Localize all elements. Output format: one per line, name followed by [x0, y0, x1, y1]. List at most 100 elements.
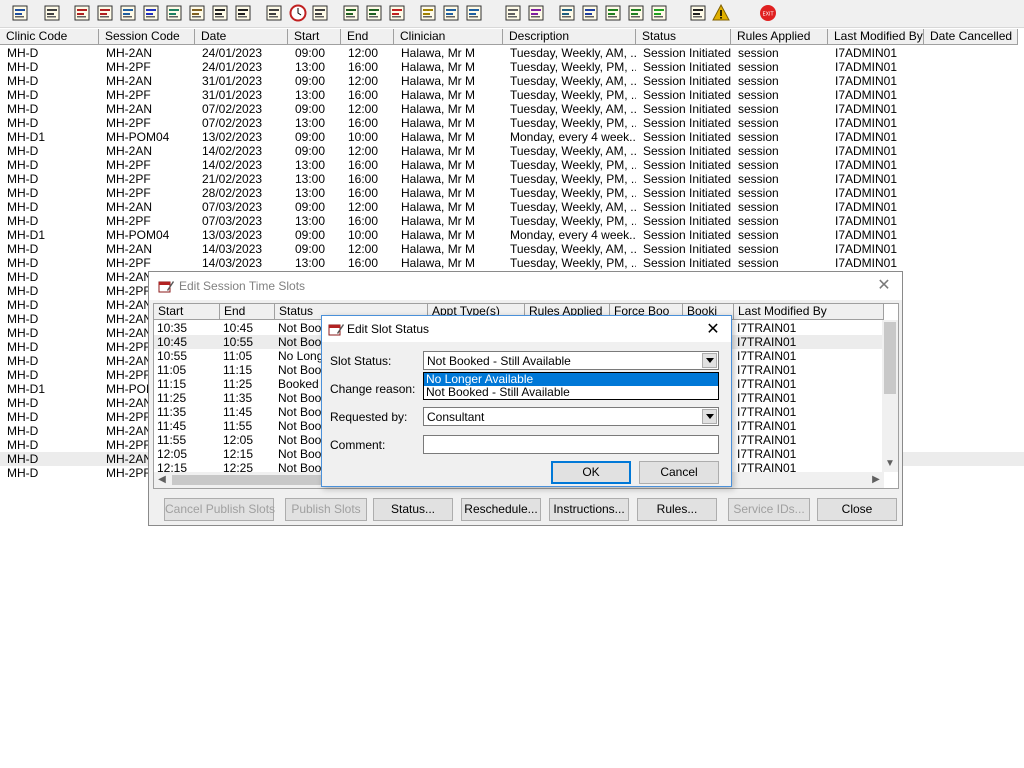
column-header[interactable]: Start	[154, 304, 220, 320]
chart-icon[interactable]	[387, 3, 407, 23]
chevron-down-icon[interactable]	[702, 353, 717, 368]
service-ids-button[interactable]: Service IDs...	[728, 498, 810, 521]
instructions-button[interactable]: Instructions...	[549, 498, 629, 521]
table-row[interactable]: MH-D1 MH-POM04 13/02/2023 09:00 10:00 Halawa,…	[0, 130, 1024, 144]
table-row[interactable]: MH-D MH-2AN 14/02/2023 09:00 12:00 Halawa, Mr…	[0, 144, 1024, 158]
table-row[interactable]: MH-D MH-2PF 24/01/2023 13:00 16:00 Halawa, Mr…	[0, 60, 1024, 74]
transfer-icon[interactable]	[464, 3, 484, 23]
exit-icon[interactable]: EXIT	[758, 3, 778, 23]
scroll-right-arrow-icon[interactable]: ▶	[868, 472, 884, 488]
table-cell: Session Initiated	[643, 130, 731, 144]
world-icon[interactable]	[557, 3, 577, 23]
comment-field[interactable]	[423, 435, 719, 454]
status-button[interactable]: Status...	[373, 498, 453, 521]
table-row[interactable]: MH-D MH-2AN 24/01/2023 09:00 12:00 Halawa, Mr…	[0, 46, 1024, 60]
table-row[interactable]: MH-D MH-2AN 31/01/2023 09:00 12:00 Halawa, Mr…	[0, 74, 1024, 88]
table-cell: Halawa, Mr M	[401, 256, 476, 270]
list-icon[interactable]	[310, 3, 330, 23]
flag-alt-icon[interactable]	[233, 3, 253, 23]
table-row[interactable]: MH-D MH-2AN 07/03/2023 09:00 12:00 Halawa, Mr…	[0, 200, 1024, 214]
publish-slots-button[interactable]: Publish Slots	[285, 498, 367, 521]
patient-icon[interactable]	[10, 3, 30, 23]
patient-icon-graphic	[12, 5, 28, 21]
column-header[interactable]: Description	[503, 29, 636, 45]
table-row[interactable]: MH-D MH-2PF 14/03/2023 13:00 16:00 Halawa, Mr…	[0, 256, 1024, 270]
scroll-down-arrow-icon[interactable]: ▼	[882, 456, 898, 472]
bar-chart-icon[interactable]	[526, 3, 546, 23]
person-icon[interactable]	[164, 3, 184, 23]
check-list-icon-graphic	[582, 5, 598, 21]
table-row[interactable]: MH-D1 MH-POM04 13/03/2023 09:00 10:00 Halawa,…	[0, 228, 1024, 242]
column-header[interactable]: Clinician	[394, 29, 503, 45]
table-cell: I7ADMIN01	[835, 102, 898, 116]
table-cell: MH-D	[7, 186, 39, 200]
cancel-button[interactable]: Cancel	[639, 461, 719, 484]
chevron-down-icon[interactable]	[702, 409, 717, 424]
scroll-left-arrow-icon[interactable]: ◀	[154, 472, 170, 488]
scroll-thumb[interactable]	[884, 322, 896, 394]
table-cell: 11:25	[223, 377, 253, 391]
column-header[interactable]: Date	[195, 29, 288, 45]
column-header[interactable]: Start	[288, 29, 341, 45]
check-list-icon[interactable]	[580, 3, 600, 23]
column-header[interactable]: Last Modified By	[734, 304, 884, 320]
table-cell: MH-D	[7, 312, 39, 326]
table-cell: 24/01/2023	[202, 46, 263, 60]
table-cell: 09:00	[295, 200, 326, 214]
dropdown-option-not-booked[interactable]: Not Booked - Still Available	[424, 386, 718, 399]
table-row[interactable]: MH-D MH-2PF 07/03/2023 13:00 16:00 Halawa, Mr…	[0, 214, 1024, 228]
column-header[interactable]: Session Code	[99, 29, 195, 45]
column-header[interactable]: Last Modified By	[828, 29, 924, 45]
grid-icon[interactable]	[118, 3, 138, 23]
slot-status-select[interactable]: Not Booked - Still Available	[423, 351, 719, 370]
page-icon[interactable]	[503, 3, 523, 23]
table-row[interactable]: MH-D MH-2PF 31/01/2023 13:00 16:00 Halawa, Mr…	[0, 88, 1024, 102]
book-edit-icon[interactable]	[95, 3, 115, 23]
close-icon[interactable]: ✕	[874, 276, 894, 296]
column-header[interactable]: End	[341, 29, 394, 45]
table-cell: Session Initiated	[643, 158, 731, 172]
warning-icon[interactable]	[711, 3, 731, 23]
swap-icon[interactable]	[688, 3, 708, 23]
vertical-scrollbar[interactable]: ▼	[882, 320, 898, 472]
car-icon[interactable]	[441, 3, 461, 23]
table-cell: MH-D1	[7, 130, 45, 144]
table-row[interactable]: MH-D MH-2PF 28/02/2023 13:00 16:00 Halawa, Mr…	[0, 186, 1024, 200]
table-row[interactable]: MH-D MH-2AN 07/02/2023 09:00 12:00 Halawa, Mr…	[0, 102, 1024, 116]
column-header[interactable]: End	[220, 304, 275, 320]
report-icon[interactable]	[341, 3, 361, 23]
close-icon[interactable]: ✕	[703, 320, 723, 340]
book-icon[interactable]	[72, 3, 92, 23]
green-arrows-icon[interactable]	[649, 3, 669, 23]
column-header[interactable]: Date Cancelled	[924, 29, 1018, 45]
flag-icon[interactable]	[210, 3, 230, 23]
clock-icon[interactable]	[288, 3, 308, 23]
note-icon[interactable]	[418, 3, 438, 23]
column-header[interactable]: Status	[636, 29, 731, 45]
requested-by-select[interactable]: Consultant	[423, 407, 719, 426]
reschedule-button[interactable]: Reschedule...	[461, 498, 541, 521]
table-row[interactable]: MH-D MH-2PF 14/02/2023 13:00 16:00 Halawa, Mr…	[0, 158, 1024, 172]
print-icon[interactable]	[42, 3, 62, 23]
rules-button[interactable]: Rules...	[637, 498, 717, 521]
refresh-icon[interactable]	[626, 3, 646, 23]
table-cell: I7TRAIN01	[737, 433, 797, 447]
table-row[interactable]: MH-D MH-2PF 07/02/2023 13:00 16:00 Halawa, Mr…	[0, 116, 1024, 130]
column-header[interactable]: Rules Applied	[731, 29, 828, 45]
dialog-title: Edit Session Time Slots	[179, 279, 306, 293]
search-doc-icon[interactable]	[264, 3, 284, 23]
car-icon-graphic	[443, 5, 459, 21]
report-edit-icon[interactable]	[364, 3, 384, 23]
table-row[interactable]: MH-D MH-2PF 21/02/2023 13:00 16:00 Halawa, Mr…	[0, 172, 1024, 186]
table-cell: Tuesday, Weekly, PM, ...	[510, 88, 636, 102]
scroll-thumb[interactable]	[172, 475, 332, 485]
table-row[interactable]: MH-D MH-2AN 14/03/2023 09:00 12:00 Halawa, Mr…	[0, 242, 1024, 256]
m-icon[interactable]	[141, 3, 161, 23]
book-edit-icon-graphic	[97, 5, 113, 21]
check-doc-icon[interactable]	[603, 3, 623, 23]
close-button[interactable]: Close	[817, 498, 897, 521]
column-header[interactable]: Clinic Code	[0, 29, 99, 45]
edit-doc-icon[interactable]	[187, 3, 207, 23]
ok-button[interactable]: OK	[551, 461, 631, 484]
cancel-publish-slots-button[interactable]: Cancel Publish Slots	[164, 498, 275, 521]
